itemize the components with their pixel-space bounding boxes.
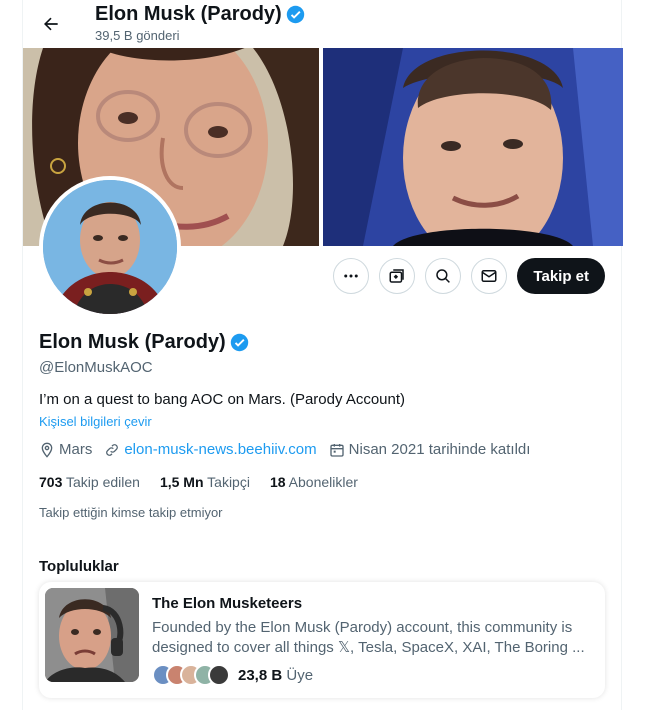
join-date: Nisan 2021 tarihinde katıldı <box>329 441 531 458</box>
profile-handle: @ElonMuskAOC <box>39 359 153 376</box>
post-count: 39,5 B gönderi <box>95 28 180 43</box>
more-button[interactable] <box>333 258 370 294</box>
message-icon <box>481 270 497 282</box>
profile-column: Elon Musk (Parody) 39,5 B gönderi Takip … <box>22 0 623 710</box>
member-count: 23,8 B Üye <box>238 667 313 684</box>
communities-heading: Topluluklar <box>39 558 119 575</box>
message-button[interactable] <box>471 258 508 294</box>
banner-photo-right <box>323 48 623 246</box>
location: Mars <box>39 441 92 458</box>
search-button[interactable] <box>425 258 462 294</box>
subscribe-button[interactable] <box>379 258 416 294</box>
profile-bio: I’m on a quest to bang AOC on Mars. (Par… <box>39 391 406 408</box>
header-title: Elon Musk (Parody) <box>95 3 305 26</box>
link-icon <box>106 443 119 456</box>
calendar-icon <box>329 443 344 457</box>
following-count: 703 <box>39 474 63 490</box>
top-bar: Elon Musk (Parody) 39,5 B gönderi <box>23 0 623 48</box>
profile-actions: Takip et <box>333 258 605 294</box>
header-name: Elon Musk (Parody) <box>95 3 282 25</box>
followers-stat[interactable]: 1,5 Mn Takipçi <box>160 474 250 490</box>
back-button[interactable] <box>35 8 67 40</box>
profile-name: Elon Musk (Parody) <box>39 331 249 354</box>
following-stat[interactable]: 703 Takip edilen <box>39 474 140 490</box>
community-description: Founded by the Elon Musk (Parody) accoun… <box>152 619 585 656</box>
profile-name-text: Elon Musk (Parody) <box>39 331 226 353</box>
community-card[interactable]: The Elon Musketeers Founded by the Elon … <box>39 582 605 698</box>
subscriptions-count: 18 <box>269 474 286 490</box>
search-icon <box>436 269 451 283</box>
following-label: Takip edilen <box>66 474 140 490</box>
member-avatar <box>208 664 230 686</box>
arrow-left-icon <box>44 17 58 31</box>
translate-bio-link[interactable]: Kişisel bilgileri çevir <box>39 414 152 429</box>
member-count-label: Üye <box>286 666 314 684</box>
community-members: 23,8 B Üye <box>152 664 313 686</box>
member-count-value: 23,8 B <box>238 666 283 684</box>
location-text: Mars <box>59 441 93 458</box>
community-name: The Elon Musketeers <box>152 595 303 612</box>
website: elon-musk-news.beehiiv.com <box>104 441 317 458</box>
subscribe-icon <box>389 269 405 283</box>
profile-meta: Mars elon-musk-news.beehiiv.com Nisan 20… <box>39 441 530 458</box>
follow-button[interactable]: Takip et <box>517 258 605 294</box>
subscriptions-stat[interactable]: 18 Abonelikler <box>270 474 358 490</box>
website-link[interactable]: elon-musk-news.beehiiv.com <box>124 441 316 458</box>
verified-badge-icon <box>286 5 304 24</box>
followers-label: Takipçi <box>207 474 250 490</box>
location-pin-icon <box>41 442 53 458</box>
profile-avatar[interactable] <box>39 176 181 318</box>
follow-stats: 703 Takip edilen 1,5 Mn Takipçi 18 Abone… <box>39 474 358 490</box>
no-mutual-followers: Takip ettiğin kimse takip etmiyor <box>39 505 223 520</box>
followers-count: 1,5 Mn <box>159 474 204 490</box>
more-icon <box>344 274 359 278</box>
community-thumbnail <box>45 588 139 682</box>
join-date-text: Nisan 2021 tarihinde katıldı <box>348 441 531 458</box>
subscriptions-label: Abonelikler <box>288 474 358 490</box>
verified-badge-icon <box>230 333 248 352</box>
